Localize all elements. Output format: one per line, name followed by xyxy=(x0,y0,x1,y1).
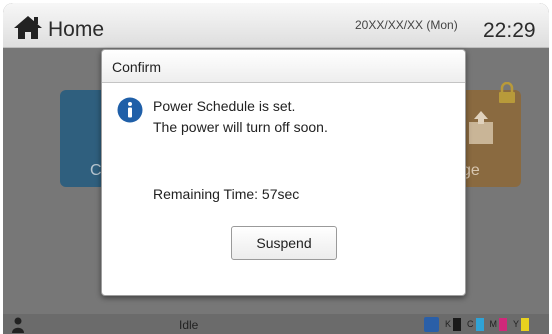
dialog-message-line-2: The power will turn off soon. xyxy=(153,119,328,135)
toner-m-swatch xyxy=(499,317,508,331)
drum-icon xyxy=(424,316,439,332)
header-bar: Home 20XX/XX/XX (Mon) 22:29 xyxy=(3,3,549,48)
dialog-title: Confirm xyxy=(112,59,162,75)
toner-y-label: Y xyxy=(513,319,520,329)
toner-levels[interactable]: K C M Y xyxy=(424,316,533,332)
toner-c-label: C xyxy=(467,319,474,329)
toner-k-swatch xyxy=(453,317,462,331)
date-display: 20XX/XX/XX (Mon) xyxy=(355,18,458,32)
lock-icon xyxy=(499,82,515,103)
dialog-title-bar: Confirm xyxy=(102,50,465,83)
clock-display: 22:29 xyxy=(483,19,536,42)
suspend-button[interactable]: Suspend xyxy=(231,226,337,260)
toner-c-swatch xyxy=(475,317,484,331)
home-icon[interactable] xyxy=(12,14,44,40)
page-title: Home xyxy=(48,18,105,41)
tile-left-label: C xyxy=(90,162,102,179)
toner-y-swatch xyxy=(521,317,530,331)
remaining-time: Remaining Time: 57sec xyxy=(153,186,300,202)
confirm-dialog: Confirm Power Schedule is set. The power… xyxy=(101,49,466,296)
device-screen: Home 20XX/XX/XX (Mon) 22:29 C ge Idle K … xyxy=(3,3,549,334)
user-icon[interactable] xyxy=(11,317,25,333)
machine-status: Idle xyxy=(179,318,199,332)
status-bar: Idle K C M Y xyxy=(3,314,549,334)
document-upload-icon xyxy=(469,111,493,144)
info-icon xyxy=(117,97,143,123)
toner-m-label: M xyxy=(489,319,498,329)
dialog-message-line-1: Power Schedule is set. xyxy=(153,98,296,114)
toner-k-label: K xyxy=(445,319,452,329)
